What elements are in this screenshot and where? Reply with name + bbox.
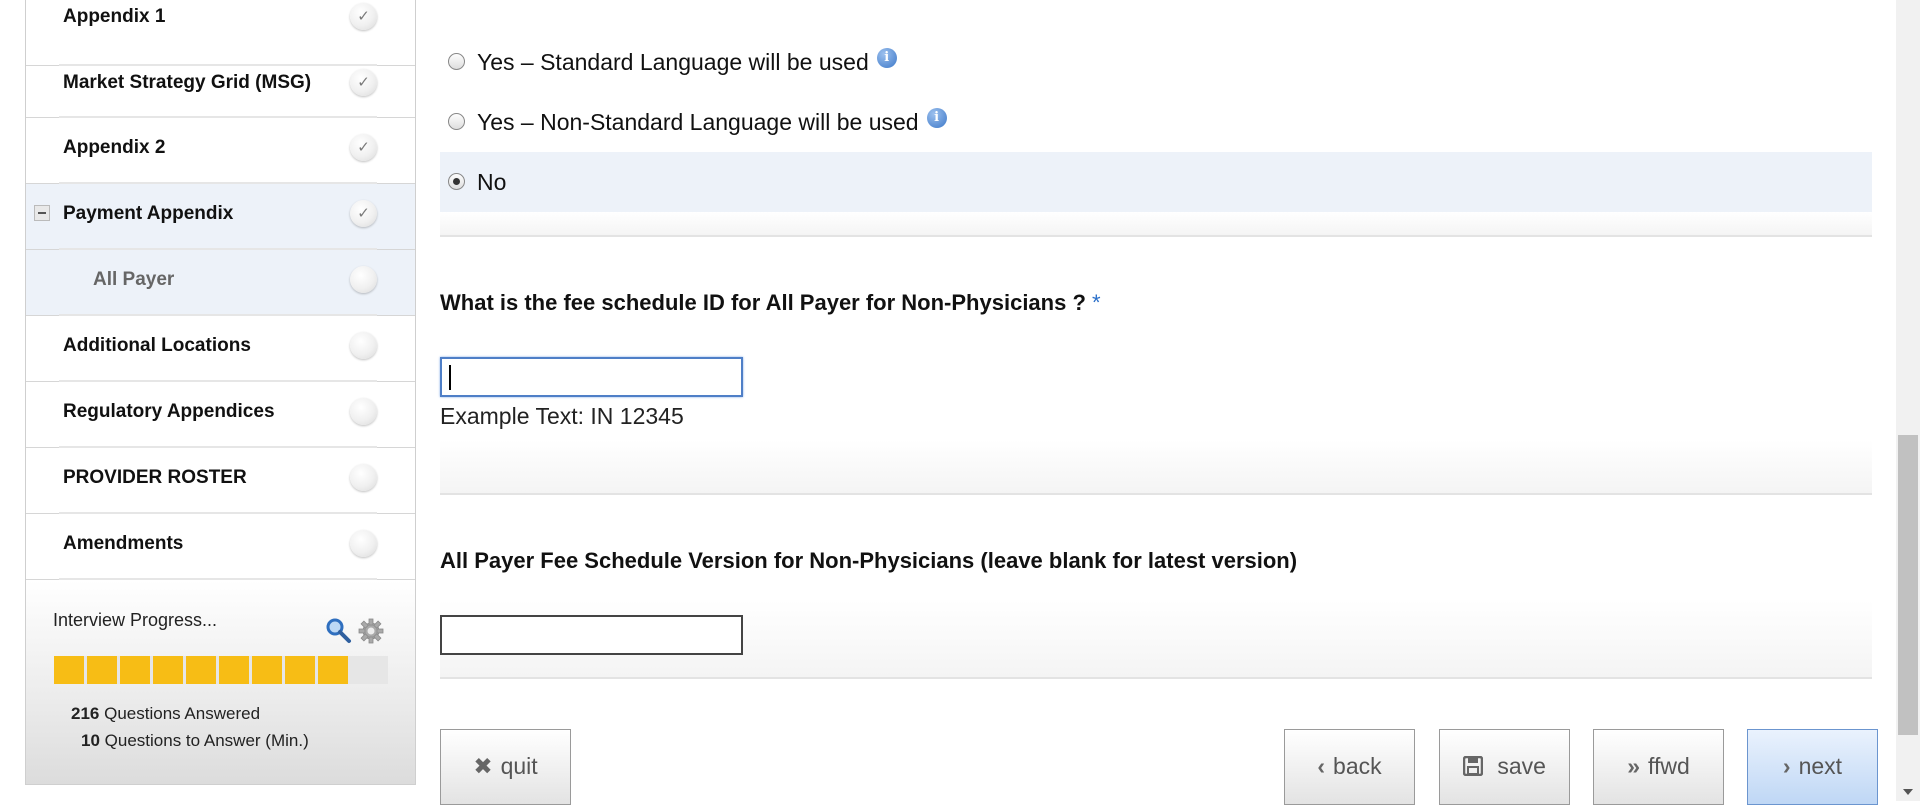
radio-standard-language[interactable] [448,53,465,70]
option-no[interactable]: No [440,152,1872,212]
section-band [440,212,1872,236]
progress-segment [285,656,315,684]
chevron-right-icon: › [1782,753,1791,779]
section-band [440,440,1872,494]
progress-segment [120,656,150,684]
question-fee-schedule-id: What is the fee schedule ID for All Paye… [440,290,1101,315]
remaining-label: Questions to Answer (Min.) [104,731,309,750]
incomplete-circle-icon [350,464,377,491]
sidebar-item-label: Amendments [63,533,184,554]
progress-title: Interview Progress... [53,610,218,630]
option-label: Yes – Non-Standard Language will be used… [477,92,947,152]
sidebar-item-amendments[interactable]: Amendments [26,514,415,580]
progress-segment [153,656,183,684]
ffwd-button[interactable]: » ffwd [1593,729,1724,805]
radio-no[interactable] [448,173,465,190]
sidebar-item-market-strategy-grid[interactable]: Market Strategy Grid (MSG) ✓ [26,50,415,118]
answered-label: Questions Answered [104,704,261,723]
answered-count: 216 [71,704,100,723]
double-chevron-right-icon: » [1627,753,1640,779]
example-text: Example Text: IN 12345 [440,403,684,429]
progress-segment [318,656,348,684]
sidebar-item-label: Market Strategy Grid (MSG) [63,72,312,93]
incomplete-circle-icon [350,398,377,425]
save-button[interactable]: save [1439,729,1570,805]
sidebar-item-label: Additional Locations [63,335,251,356]
sidebar: Appendix 1 ✓ Market Strategy Grid (MSG) … [25,0,416,785]
progress-segment [186,656,216,684]
incomplete-circle-icon [350,332,377,359]
sidebar-item-label: Appendix 1 [63,6,166,27]
complete-check-icon: ✓ [350,69,377,96]
gear-icon[interactable] [357,617,385,645]
divider [440,677,1872,679]
scrollbar[interactable] [1896,0,1920,801]
complete-check-icon: ✓ [350,3,377,30]
sidebar-item-label: All Payer [93,269,175,290]
sidebar-item-provider-roster[interactable]: PROVIDER ROSTER [26,448,415,514]
sidebar-item-payment-appendix[interactable]: Payment Appendix ✓ [26,184,415,250]
scroll-down-arrow-icon[interactable] [1903,789,1913,795]
sidebar-item-regulatory-appendices[interactable]: Regulatory Appendices [26,382,415,448]
floppy-disk-icon [1462,753,1489,779]
option-label: No [477,169,507,195]
divider [440,235,1872,237]
option-label: Yes – Standard Language will be used i [477,32,897,92]
progress-segment [87,656,117,684]
info-icon[interactable]: i [876,48,897,69]
progress-segment [252,656,282,684]
main-content: Yes – Standard Language will be used i Ye… [440,0,1872,801]
sidebar-item-additional-locations[interactable]: Additional Locations [26,316,415,382]
incomplete-circle-icon [350,266,377,293]
questions-answered: 216 Questions Answered [71,704,260,724]
sidebar-item-label: Regulatory Appendices [63,401,275,422]
progress-segment [54,656,84,684]
incomplete-circle-icon [350,530,377,557]
info-icon[interactable]: i [926,108,947,129]
remaining-count: 10 [81,731,100,750]
complete-check-icon: ✓ [350,200,377,227]
interview-progress-panel: Interview Progress... 216 Questions Answ… [26,580,415,784]
text-caret [449,365,451,390]
next-button[interactable]: › next [1747,729,1878,805]
search-icon[interactable] [324,616,352,644]
divider [440,493,1872,495]
fee-schedule-version-input[interactable] [440,615,743,655]
quit-button[interactable]: ✖ quit [440,729,571,805]
sidebar-item-label: Appendix 2 [63,137,166,158]
chevron-left-icon: ‹ [1317,753,1326,779]
progress-bar-fill [54,656,351,684]
progress-bar [54,656,388,684]
back-button[interactable]: ‹ back [1284,729,1415,805]
complete-check-icon: ✓ [350,134,377,161]
progress-segment [219,656,249,684]
sidebar-item-appendix-2[interactable]: Appendix 2 ✓ [26,118,415,184]
question-fee-schedule-version: All Payer Fee Schedule Version for Non-P… [440,548,1298,573]
required-marker: * [1092,290,1101,315]
fee-schedule-id-input[interactable] [440,357,743,397]
close-icon: ✖ [473,753,493,779]
radio-non-standard-language[interactable] [448,113,465,130]
sidebar-item-label: PROVIDER ROSTER [63,467,247,488]
sidebar-item-all-payer[interactable]: All Payer [26,250,415,316]
collapse-icon[interactable] [34,205,50,221]
scrollbar-thumb[interactable] [1898,435,1918,735]
option-standard-language[interactable]: Yes – Standard Language will be used i [440,32,1872,92]
questions-remaining: 10 Questions to Answer (Min.) [81,731,309,751]
option-non-standard-language[interactable]: Yes – Non-Standard Language will be used… [440,92,1872,152]
sidebar-item-label: Payment Appendix [63,203,234,224]
